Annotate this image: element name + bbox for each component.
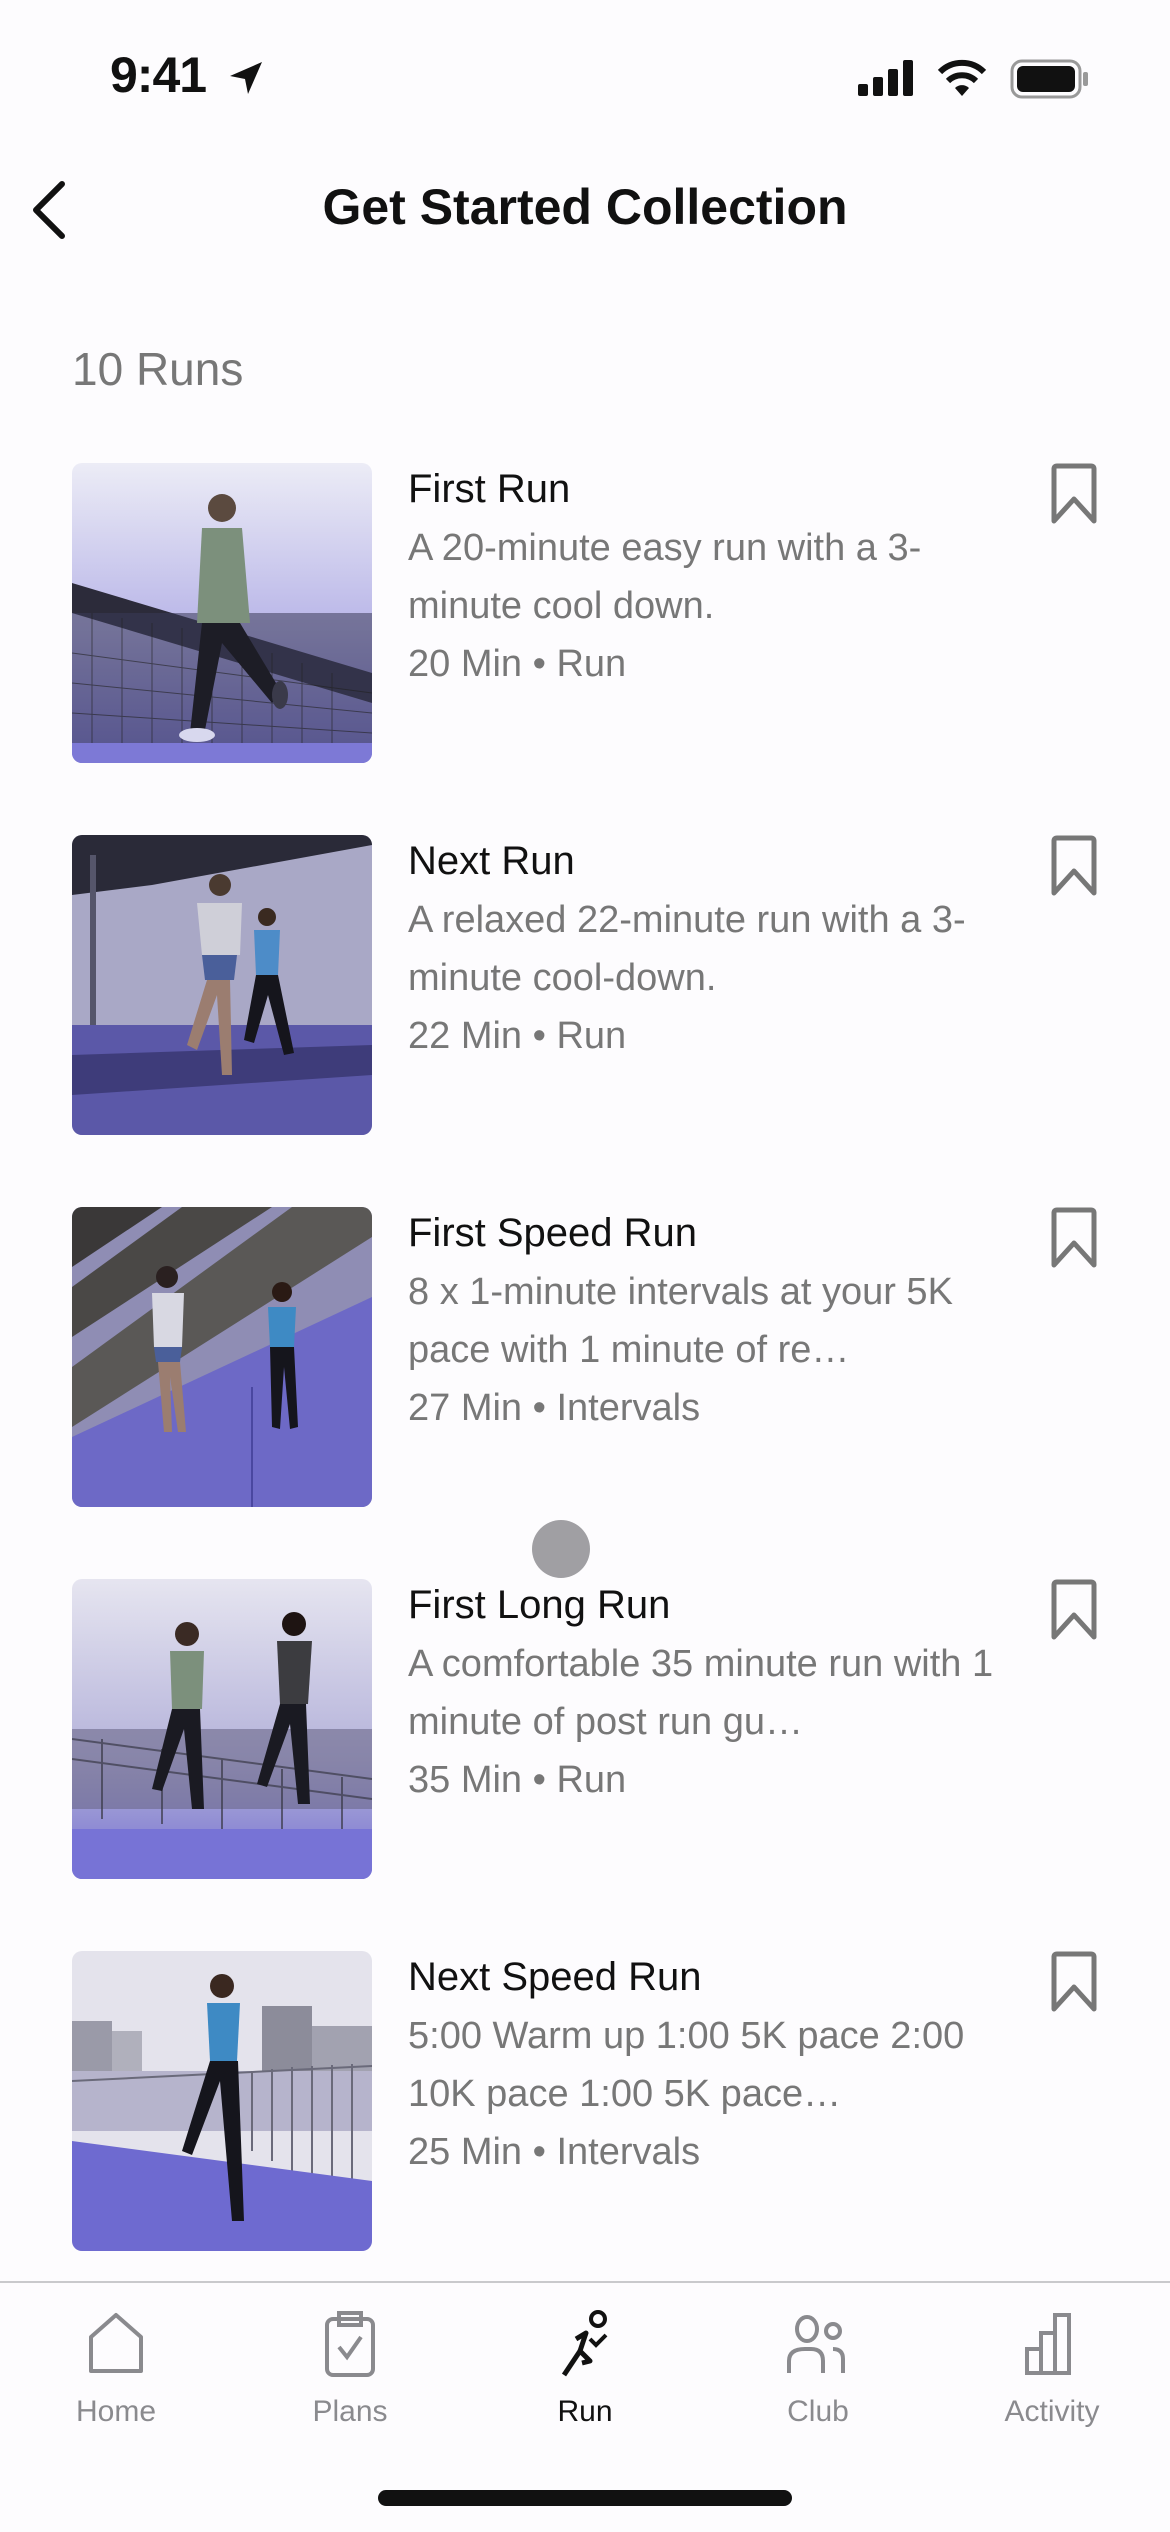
two-runners-on-ramp-photo bbox=[72, 1207, 372, 1507]
list-item[interactable]: First Run A 20-minute easy run with a 3-… bbox=[0, 463, 1170, 835]
runs-list: First Run A 20-minute easy run with a 3-… bbox=[0, 463, 1170, 2323]
run-title: Next Run bbox=[408, 839, 575, 883]
run-info: Next Run A relaxed 22-minute run with a … bbox=[408, 835, 1008, 1065]
run-thumbnail bbox=[72, 1207, 372, 1507]
runner-icon bbox=[561, 2310, 608, 2377]
bookmark-icon bbox=[1051, 1951, 1097, 2012]
bookmark-button[interactable] bbox=[1046, 1951, 1102, 2015]
clipboard-check-icon bbox=[325, 2311, 375, 2377]
tab-run[interactable]: Run bbox=[495, 2309, 675, 2459]
bookmark-icon bbox=[1051, 835, 1097, 896]
status-time: 9:41 bbox=[110, 47, 207, 103]
bookmark-button[interactable] bbox=[1046, 463, 1102, 527]
tab-label: Run bbox=[557, 2395, 613, 2428]
location-arrow-icon bbox=[230, 62, 262, 94]
page-title: Get Started Collection bbox=[322, 179, 848, 235]
bookmark-icon bbox=[1051, 1579, 1097, 1640]
tab-label: Club bbox=[787, 2395, 849, 2428]
bookmark-button[interactable] bbox=[1046, 1579, 1102, 1643]
run-description: A 20-minute easy run with a 3-minute coo… bbox=[408, 527, 922, 627]
list-item[interactable]: Next Run A relaxed 22-minute run with a … bbox=[0, 835, 1170, 1207]
wifi-icon bbox=[937, 59, 987, 96]
run-thumbnail bbox=[72, 1951, 372, 2251]
run-meta: 20 Min • Run bbox=[408, 643, 627, 685]
two-runners-on-bridge-photo bbox=[72, 1579, 372, 1879]
run-thumbnail bbox=[72, 1579, 372, 1879]
tab-label: Home bbox=[75, 2395, 157, 2428]
run-meta: 22 Min • Run bbox=[408, 1015, 627, 1057]
tab-club[interactable]: Club bbox=[728, 2309, 908, 2459]
tab-activity[interactable]: Activity bbox=[962, 2309, 1142, 2459]
run-info: First Run A 20-minute easy run with a 3-… bbox=[408, 463, 1008, 693]
list-item[interactable]: Next Speed Run 5:00 Warm up 1:00 5K pace… bbox=[0, 1951, 1170, 2323]
run-thumbnail bbox=[72, 835, 372, 1135]
run-info: First Speed Run 8 x 1-minute intervals a… bbox=[408, 1207, 1008, 1437]
tab-home[interactable]: Home bbox=[26, 2309, 206, 2459]
run-description: 5:00 Warm up 1:00 5K pace 2:00 10K pace … bbox=[408, 2015, 965, 2115]
run-title: First Speed Run bbox=[408, 1211, 698, 1255]
woman-running-city-photo bbox=[72, 1951, 372, 2251]
two-runners-under-bridge-photo bbox=[72, 835, 372, 1135]
bar-chart-icon bbox=[1025, 2313, 1071, 2375]
battery-icon bbox=[1010, 59, 1088, 99]
run-info: Next Speed Run 5:00 Warm up 1:00 5K pace… bbox=[408, 1951, 1008, 2181]
people-icon bbox=[787, 2315, 845, 2373]
run-description: A relaxed 22-minute run with a 3-minute … bbox=[408, 899, 966, 999]
runs-count: 10 Runs bbox=[72, 343, 244, 395]
list-item[interactable]: First Speed Run 8 x 1-minute intervals a… bbox=[0, 1207, 1170, 1579]
tab-label: Plans bbox=[312, 2395, 388, 2428]
tab-label: Activity bbox=[1004, 2395, 1100, 2428]
run-description: 8 x 1-minute intervals at your 5K pace w… bbox=[408, 1271, 953, 1371]
bookmark-button[interactable] bbox=[1046, 1207, 1102, 1271]
run-thumbnail bbox=[72, 463, 372, 763]
bookmark-button[interactable] bbox=[1046, 835, 1102, 899]
touch-indicator bbox=[532, 1520, 590, 1578]
navigation-bar: Get Started Collection bbox=[0, 160, 1170, 260]
run-meta: 27 Min • Intervals bbox=[408, 1387, 701, 1429]
bookmark-icon bbox=[1051, 463, 1097, 524]
run-description: A comfortable 35 minute run with 1 minut… bbox=[408, 1643, 994, 1743]
status-bar: 9:41 bbox=[0, 0, 1170, 150]
run-title: First Long Run bbox=[408, 1583, 671, 1627]
cellular-signal-icon bbox=[858, 60, 913, 96]
list-item[interactable]: First Long Run A comfortable 35 minute r… bbox=[0, 1579, 1170, 1951]
woman-running-by-fence-photo bbox=[72, 463, 372, 763]
run-info: First Long Run A comfortable 35 minute r… bbox=[408, 1579, 1008, 1809]
run-meta: 35 Min • Run bbox=[408, 1759, 627, 1801]
run-meta: 25 Min • Intervals bbox=[408, 2131, 701, 2173]
run-title: Next Speed Run bbox=[408, 1955, 702, 1999]
run-title: First Run bbox=[408, 467, 571, 511]
bookmark-icon bbox=[1051, 1207, 1097, 1268]
home-icon bbox=[89, 2313, 143, 2373]
tab-plans[interactable]: Plans bbox=[260, 2309, 440, 2459]
home-indicator[interactable] bbox=[378, 2490, 792, 2506]
